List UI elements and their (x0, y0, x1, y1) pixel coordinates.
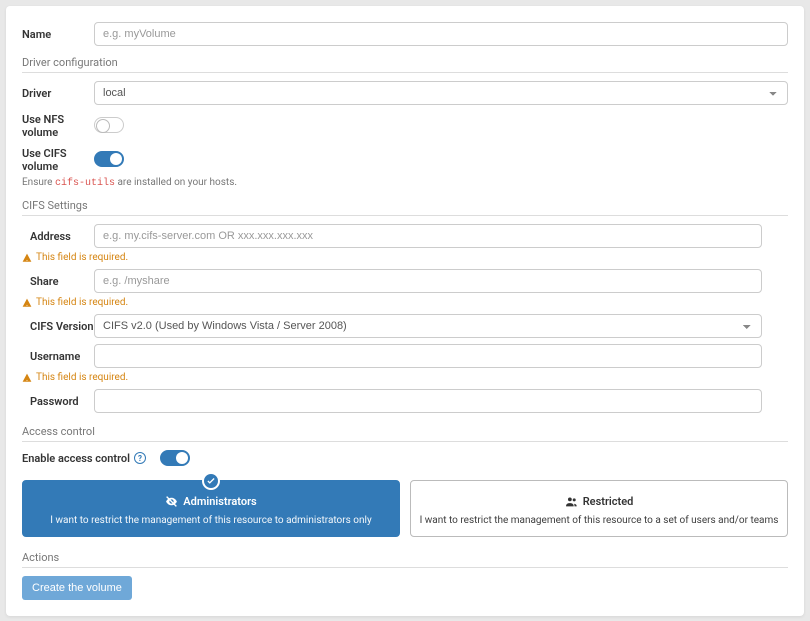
eye-slash-icon (165, 495, 178, 508)
cifs-toggle[interactable] (94, 151, 124, 167)
access-admin-desc: I want to restrict the management of thi… (31, 515, 391, 526)
address-row: Address (22, 224, 788, 248)
password-row: Password (22, 389, 788, 413)
cifs-version-row: CIFS Version CIFS v2.0 (Used by Windows … (22, 314, 788, 338)
warning-icon (22, 253, 32, 263)
address-label: Address (22, 230, 94, 243)
driver-select[interactable]: local (94, 81, 788, 105)
help-icon[interactable]: ? (134, 452, 146, 464)
check-icon (202, 472, 220, 490)
username-row: Username (22, 344, 788, 368)
nfs-label: Use NFS volume (22, 113, 94, 139)
cifs-utils-code: cifs-utils (55, 178, 115, 189)
enable-access-row: Enable access control ? (22, 450, 788, 466)
cifs-version-label: CIFS Version (22, 320, 94, 333)
enable-access-label: Enable access control (22, 452, 130, 465)
warning-icon (22, 298, 32, 308)
access-options: Administrators I want to restrict the ma… (22, 480, 788, 537)
cifs-version-select[interactable]: CIFS v2.0 (Used by Windows Vista / Serve… (94, 314, 762, 338)
share-error: This field is required. (22, 297, 788, 308)
name-row: Name (22, 22, 788, 46)
section-cifs-settings: CIFS Settings (22, 199, 788, 216)
warning-icon (22, 373, 32, 383)
username-input[interactable] (94, 344, 762, 368)
access-restricted-desc: I want to restrict the management of thi… (419, 515, 779, 526)
users-icon (565, 495, 578, 508)
enable-access-toggle[interactable] (160, 450, 190, 466)
section-actions: Actions (22, 551, 788, 568)
username-error: This field is required. (22, 372, 788, 383)
driver-label: Driver (22, 87, 94, 100)
driver-row: Driver local (22, 81, 788, 105)
share-row: Share (22, 269, 788, 293)
username-label: Username (22, 350, 94, 363)
address-input[interactable] (94, 224, 762, 248)
section-access-control: Access control (22, 425, 788, 442)
password-input[interactable] (94, 389, 762, 413)
share-input[interactable] (94, 269, 762, 293)
nfs-row: Use NFS volume (22, 113, 788, 139)
section-driver-config: Driver configuration (22, 56, 788, 73)
cifs-hint: Ensure cifs-utils are installed on your … (22, 177, 788, 189)
password-label: Password (22, 395, 94, 408)
access-card-restricted[interactable]: Restricted I want to restrict the manage… (410, 480, 788, 537)
name-label: Name (22, 28, 94, 41)
share-label: Share (22, 275, 94, 288)
access-card-administrators[interactable]: Administrators I want to restrict the ma… (22, 480, 400, 537)
create-volume-button[interactable]: Create the volume (22, 576, 132, 600)
nfs-toggle[interactable] (94, 117, 124, 133)
address-error: This field is required. (22, 252, 788, 263)
volume-form-panel: Name Driver configuration Driver local U… (6, 6, 804, 616)
cifs-row: Use CIFS volume (22, 147, 788, 173)
name-input[interactable] (94, 22, 788, 46)
cifs-label: Use CIFS volume (22, 147, 94, 173)
